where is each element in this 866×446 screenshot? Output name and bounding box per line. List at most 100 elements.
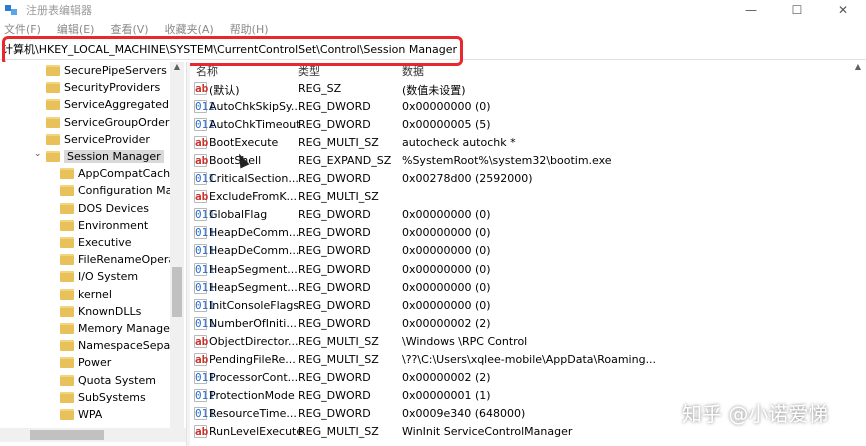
value-name: AutoChkSkipSy... (209, 100, 302, 114)
value-data: 0x00000002 (2) (402, 316, 491, 330)
tree-item[interactable]: Executive (60, 234, 132, 251)
menu-edit[interactable]: 编辑(E) (57, 21, 95, 37)
tree-item-label: Environment (78, 218, 149, 232)
tree-hscroll-thumb[interactable] (30, 430, 104, 440)
value-row[interactable]: 011 CriticalSection... REG_DWORD 0x00278d00… (190, 171, 866, 189)
value-name: ProtectionMode (209, 388, 295, 402)
binary-value-icon: 011 (194, 280, 215, 294)
string-value-icon: ab (194, 334, 209, 348)
string-value-icon: ab (194, 190, 209, 204)
tree-item[interactable]: Session Manager (46, 148, 164, 165)
expand-chevron-icon[interactable]: ⌄ (34, 149, 42, 159)
binary-value-icon: 011 (194, 226, 215, 240)
folder-icon (46, 133, 60, 145)
value-name: PendingFileRe... (209, 352, 296, 366)
value-row[interactable]: ab BootExecute REG_MULTI_SZ autocheck autoc… (190, 135, 866, 153)
value-data: 0x00000000 (0) (402, 280, 491, 294)
tree-item[interactable]: DOS Devices (60, 200, 149, 217)
tree-item[interactable]: Environment (60, 217, 148, 234)
tree-item-label: FileRenameOperat (78, 253, 180, 267)
value-data: %SystemRoot%\system32\bootim.exe (402, 154, 612, 168)
tree-vertical-scrollbar[interactable]: ▲ (170, 62, 184, 432)
tree-item[interactable]: Memory Manager (60, 320, 174, 337)
menu-view[interactable]: 查看(V) (110, 21, 148, 37)
value-row[interactable]: 011 HeapSegment... REG_DWORD 0x00000000 (0) (190, 280, 866, 298)
value-row[interactable]: ab BootShell REG_EXPAND_SZ %SystemRoot%\sys… (190, 153, 866, 171)
value-type: REG_MULTI_SZ (298, 136, 379, 150)
menu-help[interactable]: 帮助(H) (230, 21, 269, 37)
column-data[interactable]: 数据 (402, 63, 424, 79)
value-row[interactable]: 011 AutoChkTimeout REG_DWORD 0x00000005 (5) (190, 117, 866, 135)
value-data: 0x00000001 (1) (402, 388, 491, 402)
value-type: REG_DWORD (298, 406, 371, 420)
tree-item[interactable]: AppCompatCache (60, 165, 177, 182)
tree-item[interactable]: Power (60, 354, 111, 371)
tree-item[interactable]: I/O System (60, 268, 138, 285)
value-type: REG_DWORD (298, 280, 371, 294)
value-row[interactable]: 011 HeapDeComm... REG_DWORD 0x00000000 (0) (190, 225, 866, 243)
menu-favorites[interactable]: 收藏夹(A) (165, 21, 214, 37)
tree-item[interactable]: ServiceGroupOrder (46, 114, 169, 131)
tree-item[interactable]: SubSystems (60, 389, 146, 406)
value-row[interactable]: ab PendingFileRe... REG_MULTI_SZ \??\C:\Use… (190, 352, 866, 370)
value-row[interactable]: ab (默认) REG_SZ (数值未设置) (190, 81, 866, 99)
value-row[interactable]: 011 NumberOfIniti... REG_DWORD 0x00000002 (… (190, 316, 866, 334)
tree-scroll-thumb[interactable] (172, 267, 182, 317)
binary-value-icon: 011 (194, 262, 215, 276)
tree-item-label: ServiceProvider (64, 132, 150, 146)
close-button[interactable]: ✕ (820, 0, 866, 20)
tree-item[interactable]: FileRenameOperat (60, 251, 180, 268)
tree-item[interactable]: Configuration Mar (60, 182, 177, 199)
value-data: (数值未设置) (402, 84, 466, 97)
folder-icon (60, 357, 74, 369)
menu-file[interactable]: 文件(F) (4, 21, 41, 37)
column-type[interactable]: 类型 (298, 63, 320, 79)
value-data: 0x00278d00 (2592000) (402, 172, 533, 186)
string-value-icon: ab (194, 154, 209, 168)
folder-icon (46, 99, 60, 111)
list-scroll-up-icon[interactable]: ▲ (850, 62, 866, 71)
value-data: \??\C:\Users\xqlee-mobile\AppData\Roamin… (402, 352, 657, 366)
window-controls: — ☐ ✕ (728, 0, 866, 20)
column-name[interactable]: 名称 (196, 63, 218, 79)
string-value-icon: ab (194, 352, 209, 366)
string-value-icon: ab (194, 82, 209, 95)
value-row[interactable]: 011 HeapSegment... REG_DWORD 0x00000000 (0) (190, 262, 866, 280)
value-row[interactable]: 011 InitConsoleFlags REG_DWORD 0x00000000 (… (190, 298, 866, 316)
tree-horizontal-scrollbar[interactable] (0, 428, 186, 442)
tree-item[interactable]: Quota System (60, 372, 156, 389)
value-row[interactable]: 011 ProcessorCont... REG_DWORD 0x00000002 (… (190, 370, 866, 388)
value-type: REG_MULTI_SZ (298, 424, 379, 438)
value-row[interactable]: ab ExcludeFromK... REG_MULTI_SZ (190, 189, 866, 207)
value-row[interactable]: ab ObjectDirector... REG_MULTI_SZ \Windows … (190, 334, 866, 352)
value-row[interactable]: 011 GlobalFlag REG_DWORD 0x00000000 (0) (190, 207, 866, 225)
tree-item[interactable]: KnownDLLs (60, 303, 141, 320)
binary-value-icon: 011 (194, 100, 215, 114)
binary-value-icon: 011 (194, 118, 215, 132)
maximize-button[interactable]: ☐ (774, 0, 820, 20)
value-data: WinInit ServiceControlManager (402, 424, 573, 438)
tree-item[interactable]: SecurePipeServers (46, 62, 167, 79)
watermark: 知乎 @小诺爱悌 (682, 402, 829, 426)
value-row[interactable]: 011 AutoChkSkipSy... REG_DWORD 0x00000000 (… (190, 99, 866, 117)
scroll-up-icon[interactable]: ▲ (170, 62, 184, 74)
minimize-button[interactable]: — (728, 0, 774, 20)
list-vertical-scrollbar[interactable]: ▲ (850, 62, 866, 442)
tree-item[interactable]: ServiceProvider (46, 131, 150, 148)
binary-value-icon: 011 (194, 388, 215, 402)
value-name: ResourceTime... (209, 406, 297, 420)
tree-item-label: DOS Devices (78, 201, 149, 215)
value-name: BootExecute (209, 136, 279, 150)
value-data: \Windows \RPC Control (402, 334, 528, 348)
string-value-icon: ab (194, 424, 209, 438)
folder-icon (60, 323, 74, 334)
tree-item[interactable]: kernel (60, 286, 112, 303)
value-name: ExcludeFromK... (209, 190, 298, 204)
folder-icon (60, 168, 74, 180)
tree-item-label: SubSystems (78, 390, 146, 404)
value-row[interactable]: 011 HeapDeComm... REG_DWORD 0x00000000 (0) (190, 243, 866, 261)
tree-item[interactable]: NamespaceSepara (60, 337, 181, 354)
tree-item[interactable]: SecurityProviders (46, 79, 160, 96)
tree-item[interactable]: ServiceAggregatedEv (46, 96, 182, 113)
tree-item[interactable]: WPA (60, 406, 102, 423)
